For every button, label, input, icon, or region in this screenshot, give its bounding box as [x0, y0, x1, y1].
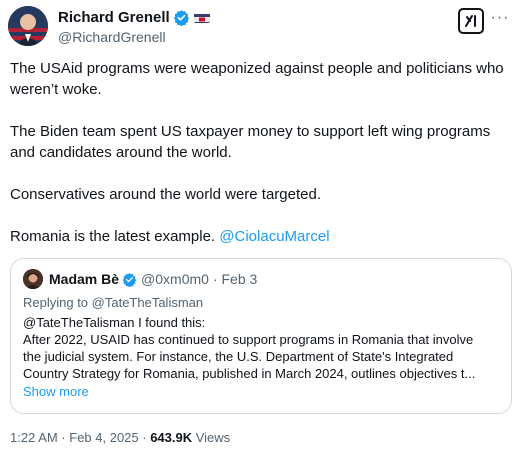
- more-icon: ···: [490, 9, 510, 26]
- show-more-link[interactable]: Show more: [23, 383, 499, 400]
- quoted-line: @TateTheTalisman I found this:: [23, 315, 206, 330]
- grok-button[interactable]: [458, 8, 484, 34]
- quoted-avatar[interactable]: [23, 269, 43, 289]
- author-handle[interactable]: @RichardGrenell: [58, 29, 210, 45]
- quoted-line: the judicial system. For instance, the U…: [23, 349, 454, 364]
- quoted-handle[interactable]: @0xm0m0: [141, 271, 209, 287]
- quoted-line: Country Strategy for Romania, published …: [23, 366, 476, 381]
- quoted-header: Madam Bè @0xm0m0 · Feb 3: [23, 269, 499, 289]
- author-display-name[interactable]: Richard Grenell: [58, 9, 170, 26]
- author-avatar[interactable]: [8, 6, 48, 46]
- mention-link[interactable]: @CiolacuMarcel: [219, 228, 329, 245]
- quoted-tweet[interactable]: Madam Bè @0xm0m0 · Feb 3 Replying to @Ta…: [10, 258, 512, 414]
- tweet-timestamp[interactable]: 1:22 AM · Feb 4, 2025 ·: [10, 430, 150, 445]
- tweet-paragraph-last: Romania is the latest example. @CiolacuM…: [10, 226, 515, 247]
- quoted-display-name[interactable]: Madam Bè: [49, 271, 119, 287]
- quoted-date[interactable]: · Feb 3: [213, 271, 257, 287]
- views-count: 643.9K: [150, 430, 193, 445]
- quoted-text: @TateTheTalisman I found this: After 202…: [23, 314, 499, 382]
- tweet-footer: 1:22 AM · Feb 4, 2025 · 643.9K Views: [10, 430, 230, 445]
- tweet-text: The USAid programs were weaponized again…: [10, 58, 515, 247]
- tweet-header: Richard Grenell @RichardGrenell ···: [8, 6, 512, 46]
- views-label: Views: [192, 430, 231, 445]
- tweet-last-line: Romania is the latest example.: [10, 228, 220, 245]
- grok-icon: [465, 15, 476, 27]
- flag-icon: [193, 12, 210, 23]
- quoted-line: After 2022, USAID has continued to suppo…: [23, 332, 474, 347]
- more-button[interactable]: ···: [490, 8, 510, 28]
- verified-badge-icon: [173, 9, 190, 26]
- tweet-paragraph: The USAid programs were weaponized again…: [10, 60, 504, 98]
- tweet-paragraph: The Biden team spent US taxpayer money t…: [10, 123, 491, 161]
- verified-badge-icon: [122, 272, 137, 287]
- author-names: Richard Grenell @RichardGrenell: [58, 8, 210, 45]
- replying-to: Replying to @TateTheTalisman: [23, 295, 204, 310]
- tweet-paragraph: Conservatives around the world were targ…: [10, 186, 322, 203]
